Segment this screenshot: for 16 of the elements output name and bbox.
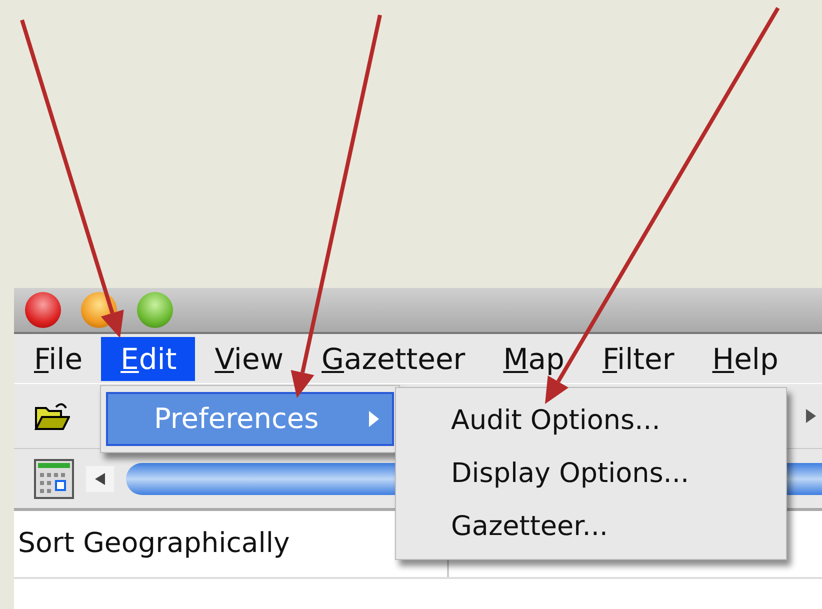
menu-item[interactable]: Help: [692, 336, 796, 380]
menu-item[interactable]: Edit: [100, 336, 195, 380]
menu-item[interactable]: View: [194, 336, 302, 380]
right-arrow-icon[interactable]: [804, 407, 818, 425]
sort-dropdown[interactable]: Sort Geographically: [14, 523, 290, 565]
menu-item[interactable]: Gazetteer: [302, 336, 484, 380]
menu-item[interactable]: File: [14, 336, 101, 380]
left-arrow-icon: [94, 472, 106, 486]
close-button[interactable]: [25, 292, 61, 328]
scroll-left-button[interactable]: [86, 466, 114, 492]
folder-icon[interactable]: [34, 400, 70, 432]
calendar-icon[interactable]: [34, 458, 74, 498]
menu-item[interactable]: Gazetteer...: [396, 500, 786, 553]
menu-item[interactable]: Map: [483, 336, 582, 380]
menu-item[interactable]: Filter: [582, 336, 692, 380]
menu-item[interactable]: Audit Options...: [396, 394, 786, 447]
